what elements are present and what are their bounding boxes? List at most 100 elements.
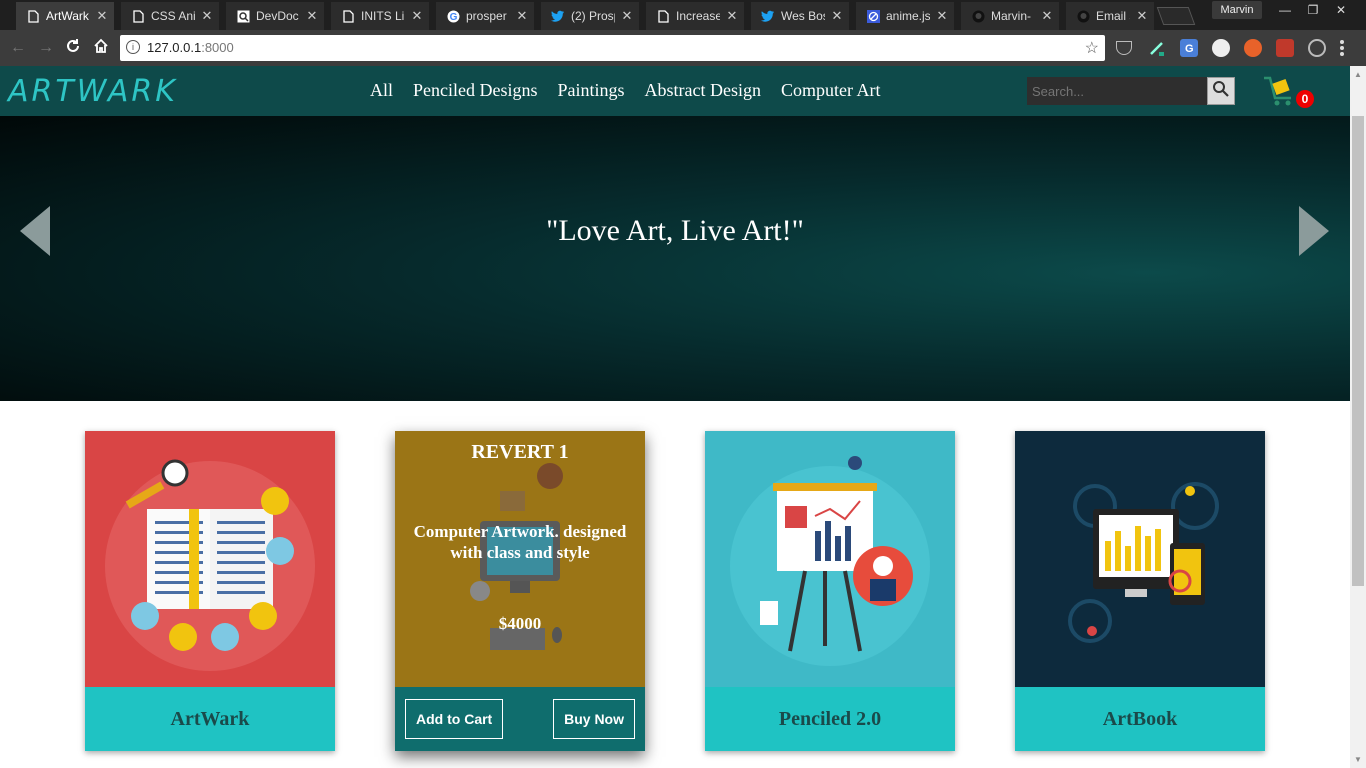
close-icon[interactable]: ✕ — [1041, 8, 1053, 24]
scroll-down-arrow-icon[interactable]: ▼ — [1354, 755, 1362, 764]
search-button[interactable] — [1207, 77, 1235, 105]
tab-label: CSS Ani — [151, 9, 195, 23]
svg-text:G: G — [1185, 43, 1194, 55]
red-extension-icon[interactable] — [1276, 39, 1294, 57]
tab-label: DevDoc — [256, 9, 299, 23]
home-icon[interactable] — [91, 38, 111, 58]
info-icon[interactable]: i — [126, 40, 140, 54]
google-icon: G — [446, 9, 460, 23]
product-card-revert-1[interactable]: REVERT 1 Computer Artwork. designed with… — [395, 431, 645, 751]
hero-slogan: "Love Art, Live Art!" — [546, 214, 804, 247]
github-icon — [971, 9, 985, 23]
site-navbar: ARTWARK All Penciled Designs Paintings A… — [0, 66, 1350, 116]
nav-link-all[interactable]: All — [370, 80, 393, 101]
close-icon[interactable]: ✕ — [96, 8, 108, 24]
browser-tabstrip: ArtWark ✕ CSS Ani ✕ DevDoc ✕ INITS Li ✕ … — [0, 0, 1366, 30]
product-card-artbook[interactable]: ArtBook — [1015, 431, 1265, 751]
orange-extension-icon[interactable] — [1244, 39, 1262, 57]
tab-label: prosper — [466, 9, 507, 23]
hero-banner: "Love Art, Live Art!" — [0, 116, 1350, 401]
nav-link-penciled-designs[interactable]: Penciled Designs — [413, 80, 537, 101]
tab-inits[interactable]: INITS Li ✕ — [331, 2, 429, 30]
product-card-penciled-2[interactable]: Penciled 2.0 — [705, 431, 955, 751]
close-icon[interactable]: ✕ — [1136, 8, 1148, 24]
page-scrollbar[interactable]: ▲ ▼ — [1350, 66, 1366, 768]
grey-extension-icon[interactable] — [1308, 39, 1326, 57]
tab-devdocs[interactable]: DevDoc ✕ — [226, 2, 324, 30]
tab-google-prosper[interactable]: G prosper ✕ — [436, 2, 534, 30]
product-title: REVERT 1 — [471, 441, 569, 463]
circle-extension-icon[interactable] — [1212, 39, 1230, 57]
back-arrow-icon[interactable]: ← — [8, 38, 28, 58]
minimize-icon[interactable]: — — [1270, 0, 1300, 20]
search-icon — [1212, 80, 1230, 103]
tab-increase[interactable]: Increase ✕ — [646, 2, 744, 30]
tab-label: Email se — [1096, 9, 1130, 23]
restore-icon[interactable]: ❐ — [1298, 0, 1328, 20]
product-footer: ArtWark — [85, 687, 335, 751]
nav-link-paintings[interactable]: Paintings — [558, 80, 625, 101]
page: ARTWARK All Penciled Designs Paintings A… — [0, 66, 1350, 768]
browser-menu-icon[interactable] — [1340, 40, 1344, 58]
carousel-next-arrow-icon[interactable] — [1299, 206, 1329, 256]
close-icon[interactable]: ✕ — [201, 8, 213, 24]
site-logo[interactable]: ARTWARK — [8, 74, 178, 109]
tab-artwark[interactable]: ArtWark ✕ — [16, 2, 114, 30]
browser-toolbar: ← → i 127.0.0.1:8000 ☆ G — [0, 30, 1366, 66]
product-price: $4000 — [498, 614, 542, 633]
bookmark-star-icon[interactable]: ☆ — [1085, 38, 1099, 58]
nav-link-computer-art[interactable]: Computer Art — [781, 80, 881, 101]
tab-label: INITS Li — [361, 9, 405, 23]
product-image-artbook — [1015, 431, 1265, 687]
shield-extension-icon[interactable] — [1116, 41, 1132, 55]
anime-icon — [866, 9, 880, 23]
product-footer: Add to Cart Buy Now — [395, 687, 645, 751]
nav-link-abstract-design[interactable]: Abstract Design — [645, 80, 761, 101]
tab-github-marvin[interactable]: Marvin- ✕ — [961, 2, 1059, 30]
tab-css-animations[interactable]: CSS Ani ✕ — [121, 2, 219, 30]
close-icon[interactable]: ✕ — [411, 8, 423, 24]
url-text: 127.0.0.1:8000 — [147, 40, 234, 55]
search-input[interactable] — [1027, 77, 1207, 105]
scrollbar-thumb[interactable] — [1352, 116, 1364, 586]
twitter-icon — [761, 9, 775, 23]
pen-extension-icon[interactable] — [1148, 39, 1166, 57]
address-bar[interactable]: i 127.0.0.1:8000 ☆ — [120, 35, 1105, 61]
close-icon[interactable]: ✕ — [936, 8, 948, 24]
svg-text:G: G — [449, 12, 457, 23]
tab-label: Increase — [676, 9, 720, 23]
tab-wes-bos[interactable]: Wes Bos ✕ — [751, 2, 849, 30]
close-icon[interactable]: ✕ — [516, 8, 528, 24]
url-host: 127.0.0.1 — [147, 40, 202, 55]
product-image-revert-1: REVERT 1 Computer Artwork. designed with… — [395, 431, 645, 687]
tab-animejs[interactable]: anime.js ✕ — [856, 2, 954, 30]
product-footer: Penciled 2.0 — [705, 687, 955, 751]
reload-icon[interactable] — [63, 38, 83, 58]
product-image-artwark — [85, 431, 335, 687]
new-tab-button[interactable] — [1156, 7, 1196, 25]
close-window-icon[interactable]: ✕ — [1326, 0, 1356, 20]
tab-email-service[interactable]: Email se ✕ — [1066, 2, 1154, 30]
close-icon[interactable]: ✕ — [726, 8, 738, 24]
product-overlay: REVERT 1 Computer Artwork. designed with… — [395, 431, 645, 687]
product-image-penciled-2 — [705, 431, 955, 687]
scroll-up-arrow-icon[interactable]: ▲ — [1354, 70, 1362, 79]
close-icon[interactable]: ✕ — [306, 8, 318, 24]
main-nav: All Penciled Designs Paintings Abstract … — [370, 80, 881, 101]
tab-label: (2) Prosp — [571, 9, 615, 23]
close-icon[interactable]: ✕ — [621, 8, 633, 24]
devdocs-icon — [236, 9, 250, 23]
profile-button[interactable]: Marvin — [1212, 1, 1262, 19]
tab-twitter-prosper[interactable]: (2) Prosp ✕ — [541, 2, 639, 30]
product-footer: ArtBook — [1015, 687, 1265, 751]
cart-button[interactable]: 0 — [1262, 74, 1314, 112]
forward-arrow-icon[interactable]: → — [36, 38, 56, 58]
translate-extension-icon[interactable]: G — [1180, 39, 1198, 57]
product-card-artwark[interactable]: ArtWark — [85, 431, 335, 751]
page-icon — [341, 9, 355, 23]
close-icon[interactable]: ✕ — [831, 8, 843, 24]
buy-now-button[interactable]: Buy Now — [553, 699, 635, 739]
add-to-cart-button[interactable]: Add to Cart — [405, 699, 504, 739]
github-icon — [1076, 9, 1090, 23]
tab-label: Wes Bos — [781, 9, 825, 23]
